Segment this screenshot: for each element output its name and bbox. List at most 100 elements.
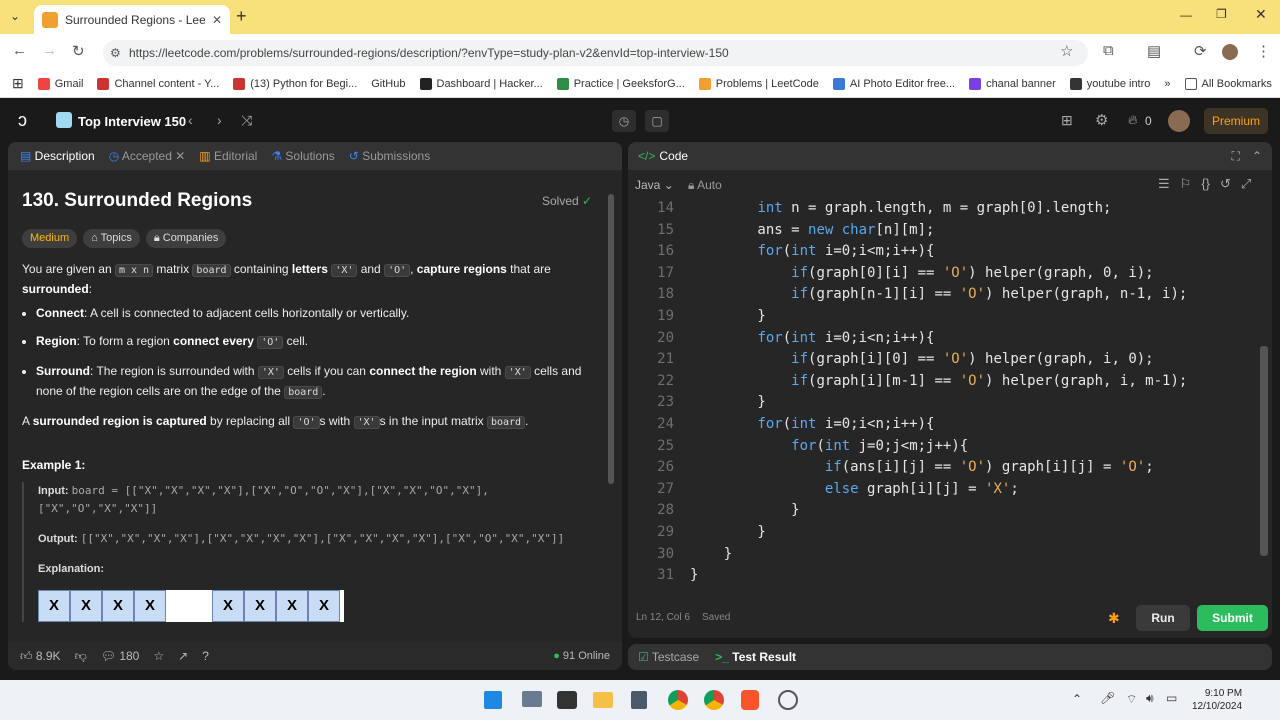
chevron-down-icon: ⌄	[663, 178, 674, 192]
shuffle-icon[interactable]: ⤨	[241, 112, 252, 129]
tab-submissions[interactable]: ↺ Submissions	[349, 149, 430, 163]
expand-icon[interactable]: ⤢	[1241, 176, 1251, 192]
bookmark-leetcode[interactable]: Problems | LeetCode	[698, 77, 819, 90]
bookmark-star-icon[interactable]: ☆	[1060, 42, 1073, 60]
submit-button[interactable]: Submit	[1197, 605, 1268, 631]
new-tab-icon[interactable]: +	[236, 6, 247, 27]
bookmark-gmail[interactable]: Gmail	[37, 77, 83, 90]
mic-icon[interactable]: 🎤︎	[1100, 691, 1115, 705]
app-icon[interactable]	[778, 690, 798, 710]
browser-tab[interactable]: Surrounded Regions - LeetCode ✕	[34, 5, 230, 34]
notes-icon[interactable]: ▢	[645, 110, 669, 132]
volume-icon[interactable]: 🔊︎	[1146, 691, 1154, 706]
tab-testcase[interactable]: ☑ Testcase	[638, 650, 699, 664]
code-icon: </>	[638, 149, 656, 163]
bookmark-geeksforgeeks[interactable]: Practice | GeeksforG...	[556, 77, 685, 90]
auto-mode[interactable]: 🔒︎ Auto	[688, 178, 722, 193]
problem-title: 130. Surrounded Regions	[22, 190, 253, 211]
dislike-icon[interactable]: 👎︎	[75, 649, 87, 664]
code-line: for(int j=0;j<m;j++){	[791, 437, 969, 454]
line-number: 17	[657, 264, 674, 281]
bookmark-youtube-channel[interactable]: Channel content - Y...	[97, 77, 219, 90]
bookmark-youtube-python[interactable]: (13) Python for Begi...	[233, 77, 357, 90]
bookmark-hackerrank[interactable]: Dashboard | Hacker...	[419, 77, 543, 90]
braces-icon[interactable]: {}	[1201, 176, 1210, 192]
clock[interactable]: 9:10 PM 12/10/2024	[1192, 687, 1242, 713]
chrome-alt-icon[interactable]	[704, 690, 724, 710]
comments-button[interactable]: 💬︎ 180	[101, 649, 140, 663]
premium-button[interactable]: Premium	[1204, 108, 1268, 134]
bookmark-ai-photo[interactable]: AI Photo Editor free...	[832, 77, 955, 90]
site-info-icon[interactable]: ⚙	[110, 46, 121, 60]
topics-tag[interactable]: ⌂ Topics	[83, 229, 140, 248]
bookmark-icon[interactable]: ⚐	[1180, 176, 1192, 192]
maximize-icon[interactable]: ❐	[1216, 7, 1227, 21]
bookmark-chanal-banner[interactable]: chanal banner	[969, 77, 1056, 90]
next-problem-icon[interactable]: ›	[217, 112, 222, 128]
reload-icon[interactable]: ↻	[72, 42, 85, 60]
settings-gear-icon[interactable]: ⚙	[1095, 111, 1108, 129]
extensions-icon[interactable]: ⧉	[1103, 42, 1114, 59]
file-explorer-icon[interactable]	[593, 692, 613, 708]
user-avatar[interactable]	[1168, 110, 1190, 132]
menu-icon[interactable]: ⋮	[1256, 42, 1271, 60]
task-view-icon[interactable]	[522, 691, 542, 707]
all-bookmarks[interactable]: All Bookmarks	[1184, 77, 1272, 90]
leetcode-logo-icon[interactable]: ↄ	[18, 110, 27, 131]
tab-accepted[interactable]: ◷ Accepted ✕	[109, 149, 186, 163]
companies-tag[interactable]: 🔒︎ Companies	[145, 229, 227, 248]
tab-editorial[interactable]: ▥ Editorial	[199, 149, 257, 163]
terminal-icon[interactable]	[557, 691, 577, 709]
bookmark-github[interactable]: GitHub	[371, 78, 405, 90]
tab-list-icon[interactable]: ⌄	[10, 9, 20, 23]
tab-title: Surrounded Regions - LeetCode	[65, 12, 205, 27]
layout-icon[interactable]: ⊞	[1061, 112, 1073, 129]
calculator-icon[interactable]	[631, 691, 647, 709]
apps-icon[interactable]: ⊞	[12, 75, 24, 92]
bookmark-youtube-intro[interactable]: youtube intro	[1069, 77, 1150, 90]
profile-avatar[interactable]	[1222, 44, 1238, 60]
streak-fire-icon[interactable]: 🔥︎	[1128, 112, 1138, 128]
statement-paragraph-2: A surrounded region is captured by repla…	[22, 414, 529, 429]
reset-icon[interactable]: ↺	[1220, 176, 1231, 192]
line-number: 28	[657, 502, 674, 519]
close-tab-icon[interactable]: ✕	[212, 13, 222, 27]
debug-icon[interactable]: ✱	[1108, 610, 1120, 627]
battery-icon[interactable]: ▭	[1166, 691, 1177, 705]
line-number: 30	[657, 545, 674, 562]
more-bookmarks-icon[interactable]: »	[1164, 78, 1170, 90]
tab-description[interactable]: ▤ Description	[20, 149, 95, 163]
tab-test-result[interactable]: >_ Test Result	[715, 650, 796, 664]
collapse-icon[interactable]: ⌃	[1252, 149, 1262, 163]
start-icon[interactable]	[484, 691, 502, 709]
chrome-icon[interactable]	[668, 690, 688, 710]
code-tab-label[interactable]: Code	[659, 149, 688, 163]
description-scrollbar[interactable]	[608, 194, 614, 484]
code-line: else graph[i][j] = 'X';	[824, 480, 1019, 497]
share-icon[interactable]: ↗	[178, 649, 188, 663]
prev-problem-icon[interactable]: ‹	[188, 112, 193, 128]
fullscreen-icon[interactable]: ⛶	[1232, 149, 1240, 164]
like-button[interactable]: 👍︎ 8.9K	[20, 649, 61, 664]
tray-chevron-icon[interactable]: ⌃	[1072, 692, 1082, 706]
close-window-icon[interactable]: ✕	[1255, 6, 1267, 23]
language-select[interactable]: Java ⌄	[635, 178, 674, 192]
run-button[interactable]: Run	[1136, 605, 1190, 631]
tab-solutions[interactable]: ⚗ Solutions	[271, 149, 334, 163]
brave-icon[interactable]	[741, 690, 759, 710]
wifi-icon[interactable]: ⌔	[1126, 692, 1137, 707]
back-icon[interactable]: ←	[12, 42, 27, 59]
code-editor[interactable]: 14 int n = graph.length, m = graph[0].le…	[628, 196, 1258, 596]
sync-icon[interactable]: ⟳	[1194, 42, 1207, 60]
format-icon[interactable]: ☰	[1158, 176, 1170, 192]
difficulty-badge[interactable]: Medium	[22, 229, 78, 248]
help-icon[interactable]: ?	[202, 649, 209, 663]
study-plan-title[interactable]: Top Interview 150	[78, 114, 186, 129]
favorite-star-icon[interactable]: ☆	[153, 649, 164, 663]
editor-scrollbar[interactable]	[1260, 346, 1268, 556]
forward-icon[interactable]: →	[42, 42, 57, 59]
address-bar[interactable]: https://leetcode.com/problems/surrounded…	[103, 40, 1088, 66]
minimize-icon[interactable]: —	[1180, 8, 1192, 22]
timer-icon[interactable]: ◷	[612, 110, 636, 132]
reading-list-icon[interactable]: ▤	[1147, 42, 1161, 60]
